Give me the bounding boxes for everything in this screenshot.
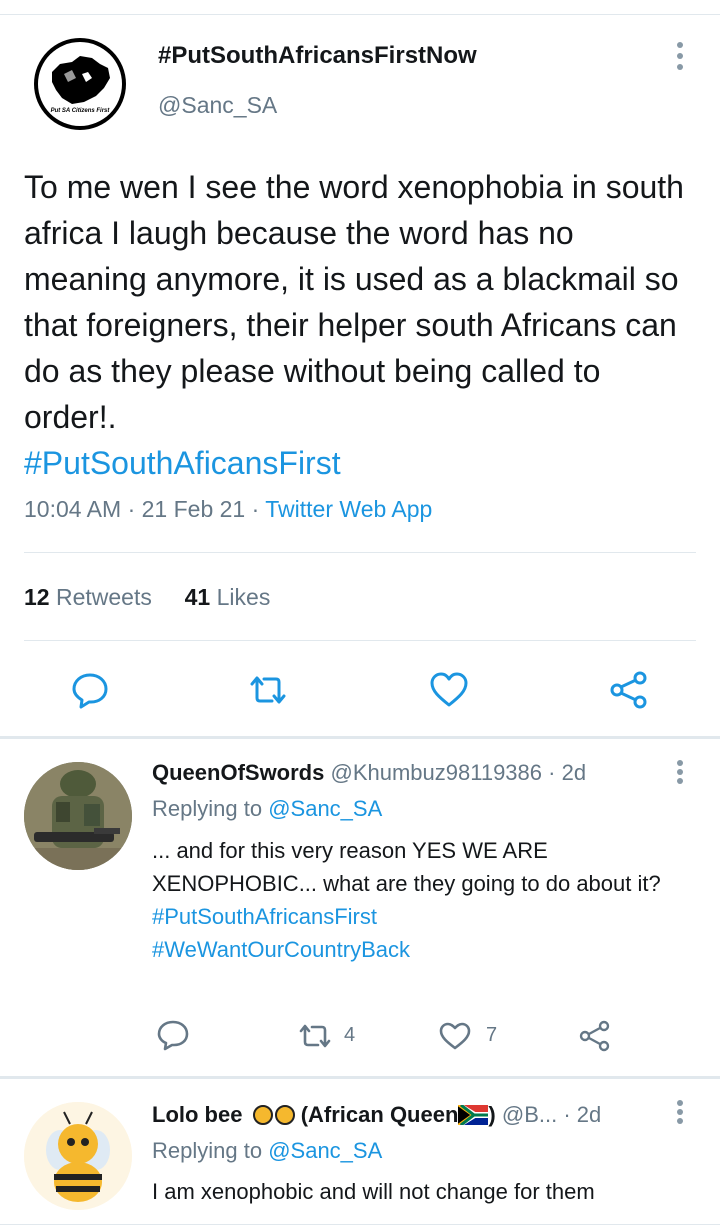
reply-header: QueenOfSwords @Khumbuz98119386 · 2d — [152, 760, 587, 785]
replying-to: Replying to @Sanc_SA — [152, 1138, 383, 1163]
divider — [24, 552, 696, 553]
tweet-meta: 10:04 AM · 21 Feb 21 · Twitter Web App — [24, 496, 433, 522]
tweet-hashtag[interactable]: #PutSouthAficansFirst — [24, 440, 694, 486]
reply-author-handle[interactable]: @Khumbuz98119386 — [330, 760, 542, 785]
bee-emoji-icon — [252, 1105, 273, 1125]
divider — [0, 1076, 720, 1079]
reply-header: Lolo bee (African Queen ) @B... · 2d — [152, 1102, 602, 1127]
reply-icon[interactable] — [156, 1018, 190, 1052]
like-icon[interactable] — [428, 670, 470, 710]
replying-to: Replying to @Sanc_SA — [152, 796, 383, 821]
retweet-icon[interactable] — [296, 1020, 334, 1052]
reply-hashtag[interactable]: #PutSouthAfricansFirst — [152, 900, 692, 933]
reply-author-name-suffix: (African Queen — [300, 1102, 459, 1127]
soldier-avatar-icon — [24, 762, 132, 870]
reply-body: I am xenophobic and will not change for … — [152, 1179, 595, 1204]
user-handle[interactable]: @Sanc_SA — [158, 92, 277, 119]
tweet-text: To me wen I see the word xenophobia in s… — [24, 164, 694, 486]
share-icon[interactable] — [578, 1020, 612, 1052]
reply-hashtag[interactable]: #WeWantOurCountryBack — [152, 933, 692, 966]
reply-age: 2d — [576, 1102, 602, 1127]
main-tweet: Put SA Citizens First #PutSouthAfricansF… — [0, 0, 720, 740]
reply-text: ... and for this very reason YES WE ARE … — [152, 834, 692, 966]
avatar-caption: Put SA Citizens First — [50, 108, 110, 114]
reply-icon[interactable] — [70, 670, 110, 710]
tweet-time: 10:04 AM — [24, 496, 122, 522]
tweet-body: To me wen I see the word xenophobia in s… — [24, 169, 684, 435]
more-icon[interactable] — [670, 760, 690, 790]
avatar[interactable] — [24, 1102, 132, 1210]
south-africa-flag-icon — [457, 1103, 489, 1127]
reply-author-name[interactable]: Lolo bee — [152, 1102, 242, 1127]
more-icon[interactable] — [670, 42, 690, 72]
divider — [0, 1224, 720, 1225]
like-icon[interactable] — [438, 1020, 472, 1052]
reply-age: 2d — [561, 760, 587, 785]
reply-author-handle[interactable]: @B... — [502, 1102, 557, 1127]
divider — [0, 736, 720, 739]
tweet-date: 21 Feb 21 — [141, 496, 246, 522]
divider — [24, 640, 696, 641]
avatar[interactable] — [24, 762, 132, 870]
share-icon[interactable] — [608, 670, 650, 710]
more-icon[interactable] — [670, 1100, 690, 1130]
reply-author-name[interactable]: QueenOfSwords — [152, 760, 324, 785]
reply-retweet-count: 4 — [344, 1024, 356, 1046]
avatar[interactable]: Put SA Citizens First — [34, 38, 126, 130]
replying-to-link[interactable]: @Sanc_SA — [268, 796, 382, 821]
tweet-stats: 12 Retweets 41 Likes — [24, 584, 270, 611]
tweet-source-link[interactable]: Twitter Web App — [265, 496, 432, 522]
bee-avatar-icon — [24, 1102, 132, 1210]
display-name[interactable]: #PutSouthAfricansFirstNow — [158, 42, 477, 70]
likes-stat[interactable]: 41 Likes — [185, 584, 271, 610]
bee-emoji-icon — [274, 1105, 295, 1125]
retweet-icon[interactable] — [246, 670, 290, 710]
reply-text: I am xenophobic and will not change for … — [152, 1175, 692, 1208]
retweets-stat[interactable]: 12 Retweets — [24, 584, 152, 610]
reply-body: ... and for this very reason YES WE ARE … — [152, 838, 661, 896]
replying-to-link[interactable]: @Sanc_SA — [268, 1138, 382, 1163]
reply-like-count: 7 — [486, 1024, 498, 1046]
